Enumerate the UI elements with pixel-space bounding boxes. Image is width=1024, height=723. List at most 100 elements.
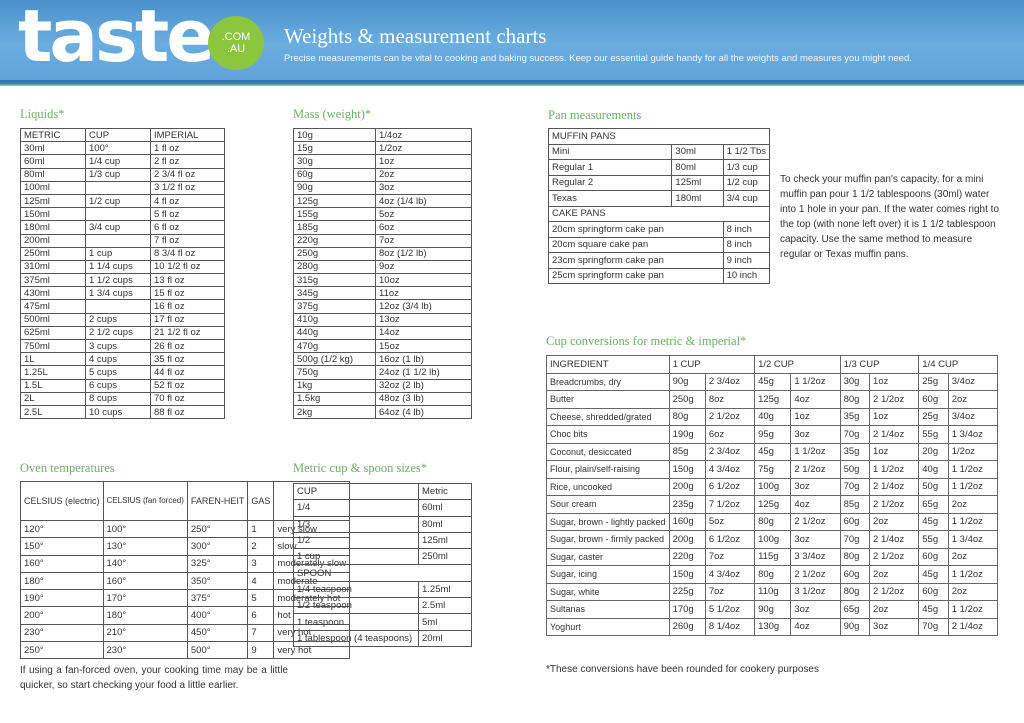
liquids-title: Liquids* — [20, 107, 65, 121]
table-row: 1.25L 5 cups 44 fl oz — [20, 365, 225, 380]
table-cell: Coconut, desiccated — [546, 442, 670, 461]
table-cell: 225g — [668, 582, 706, 601]
table-cell: 55g — [918, 425, 949, 444]
table-cell: 210° — [102, 623, 188, 643]
table-cell: 2 fl oz — [150, 154, 225, 169]
table-cell: Sugar, white — [546, 582, 670, 601]
table-cell: 45g — [918, 512, 949, 531]
table-cell: 2oz — [869, 565, 920, 584]
table-cell: 150° — [20, 537, 104, 556]
table-cell: 1kg — [293, 378, 376, 393]
column-header: METRIC — [20, 127, 86, 143]
table-row: 25cm springform cake pan 10 inch — [548, 267, 771, 284]
table-cell: 3/4 cup — [85, 220, 151, 235]
table-cell: 400° — [186, 606, 249, 625]
table-cell: 190° — [20, 589, 104, 608]
table-cell: 200g — [668, 477, 706, 496]
table-cell: 1 teaspoon — [293, 613, 419, 631]
table-row: Sugar, white 225g 7oz 110g 3 1/2oz 80g 2 1/2oz… — [546, 582, 999, 601]
table-cell: 3/4 cup — [722, 190, 771, 207]
cups-title: Cup conversions for metric & imperial* — [546, 334, 747, 348]
table-row: Choc bits 190g 6oz 95g 3oz 70g 2 1/4oz 55g 1 3/4… — [546, 425, 999, 444]
table-cell: 375° — [186, 589, 249, 608]
table-cell: 80g — [839, 582, 871, 601]
table-cell: 750g — [293, 365, 376, 380]
table-header-row: INGREDIENT 1 CUP 1/2 CUP 1/3 CUP 1/4 CUP — [546, 355, 998, 374]
table-row: 1/2 teaspoon 2.5ml — [293, 597, 472, 615]
table-cell: 90g — [668, 372, 706, 391]
table-cell: 470g — [293, 338, 376, 354]
table-cell: 80g — [839, 547, 871, 566]
table-cell: 80g — [668, 407, 706, 426]
table-cell: 250g — [293, 246, 376, 261]
table-row: Rice, uncooked 200g 6 1/2oz 100g 3oz 70g 2 1/4… — [546, 477, 999, 496]
table-cell: 20g — [918, 442, 949, 461]
section-header: SPOON — [293, 564, 472, 582]
table-header-row: METRIC CUP IMPERIAL — [20, 127, 225, 143]
table-row: 250g 8oz (1/2 lb) — [293, 246, 472, 261]
table-cell: 2 1/2oz — [704, 407, 756, 426]
table-cell: 13 fl oz — [150, 273, 225, 288]
table-row: 280g 9oz — [293, 259, 472, 275]
table-cell — [85, 207, 151, 222]
table-cell: 6 fl oz — [150, 220, 225, 235]
header-banner: taste .COM .AU Weights & measurement cha… — [0, 0, 1024, 80]
table-cell: 2 cups — [85, 312, 151, 327]
table-row: 625ml 2 1/2 cups 21 1/2 fl oz — [20, 325, 225, 341]
table-cell: 3 1/2 fl oz — [150, 180, 225, 195]
table-row: 250ml 1 cup 8 3/4 fl oz — [20, 246, 225, 261]
page-title: Weights & measurement charts — [284, 24, 547, 48]
table-cell: 2 1/2oz — [869, 547, 920, 566]
table-cell: 45g — [754, 372, 792, 391]
table-cell: 200ml — [20, 233, 86, 248]
table-cell: 25cm springform cake pan — [548, 267, 724, 284]
column-header: 1 CUP — [668, 355, 756, 374]
table-cell: 48oz (3 lb) — [375, 391, 472, 406]
table-cell: 20cm springform cake pan — [548, 221, 724, 238]
table-row: 125ml 1/2 cup 4 fl oz — [20, 193, 225, 209]
table-row: Sugar, caster 220g 7oz 115g 3 3/4oz 80g 2 1/2o… — [546, 547, 999, 566]
table-row: 200ml 7 fl oz — [20, 233, 225, 248]
table-cell: 125ml — [20, 193, 86, 209]
table-cell: 3 1/2oz — [790, 582, 841, 601]
table-cell: 1/4 teaspoon — [293, 580, 419, 599]
table-cell: 185g — [293, 220, 376, 235]
table-row: Butter 250g 8oz 125g 4oz 80g 2 1/2oz 60g 2oz — [546, 390, 999, 409]
table-cell: 220g — [293, 233, 376, 248]
spoons-title: Metric cup & spoon sizes* — [293, 461, 428, 475]
table-cell: 80g — [754, 512, 792, 531]
table-cell: Texas — [547, 190, 673, 207]
table-cell: 1 cup — [293, 548, 419, 566]
logo-badge-com: .COM — [221, 31, 251, 43]
table-cell: 1/4 — [293, 499, 419, 517]
table-cell: 160g — [668, 512, 706, 531]
table-cell: 170g — [668, 600, 706, 619]
table-row: 1 tablespoon (4 teaspoons) 20ml — [293, 629, 472, 647]
table-cell: 60ml — [20, 154, 86, 169]
table-cell: 2 3/4oz — [704, 372, 756, 391]
table-cell: 450° — [186, 623, 249, 643]
table-cell: 1 1/2oz — [790, 372, 841, 391]
table-cell: 2 3/4oz — [704, 442, 756, 461]
table-cell: 1 1/2oz — [790, 442, 841, 461]
table-cell: 230° — [102, 641, 188, 660]
table-cell: 375g — [293, 299, 376, 314]
table-cell: 300° — [186, 537, 249, 556]
table-cell: 100g — [754, 530, 792, 549]
table-cell: 500° — [186, 641, 249, 660]
table-cell: 85g — [668, 442, 706, 461]
table-cell: 1oz — [375, 154, 472, 169]
table-cell: 7 1/2oz — [704, 495, 756, 514]
table-row: Sugar, brown - lightly packed 160g 5oz 80g 2… — [546, 512, 999, 531]
table-cell: 5 cups — [85, 365, 151, 380]
column-header: CUP — [85, 127, 151, 143]
table-row: 410g 13oz — [293, 312, 472, 327]
table-cell: Cheese, shredded/grated — [546, 407, 670, 426]
table-cell — [85, 233, 151, 248]
table-cell: 4 — [247, 571, 275, 591]
table-cell: 2 1/2oz — [869, 390, 920, 409]
table-cell: 1/2 teaspoon — [293, 597, 419, 615]
table-cell: 30g — [293, 154, 376, 169]
mass-title: Mass (weight)* — [293, 107, 372, 121]
table-cell: 250g — [668, 390, 706, 409]
